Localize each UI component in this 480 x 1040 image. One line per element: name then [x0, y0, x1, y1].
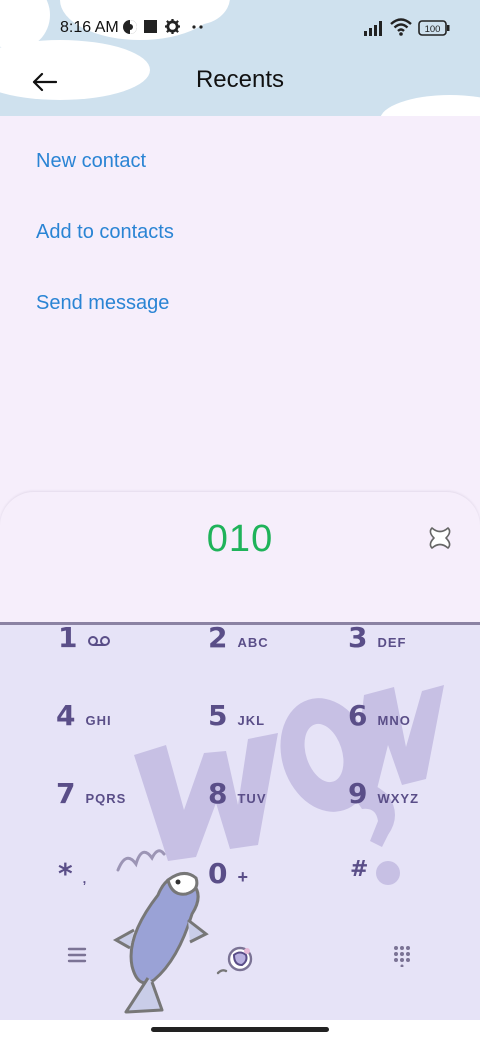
key-letters: ,: [82, 871, 88, 886]
call-button[interactable]: [212, 939, 260, 979]
dialed-number: 010: [206, 518, 274, 560]
more-dots-icon: [192, 20, 204, 38]
key-hash[interactable]: #: [350, 857, 368, 882]
key-star[interactable]: * ,: [58, 857, 87, 890]
actions-list: New contact Add to contacts Send message: [0, 116, 480, 496]
cloud-decoration: [380, 95, 480, 116]
key-4[interactable]: 4 GHI: [56, 699, 112, 732]
dialpad-icon: [394, 946, 410, 968]
fish-mascot-decoration: [112, 849, 209, 1014]
key-letters: TUV: [237, 791, 267, 806]
stop-icon: [144, 19, 158, 38]
dialpad-toggle-button[interactable]: [392, 945, 414, 969]
battery-icon: 100: [418, 20, 450, 41]
call-icon: [216, 946, 253, 975]
key-2[interactable]: 2 ABC: [208, 625, 269, 654]
key-digit: 9: [348, 777, 368, 810]
voicemail-icon: [88, 636, 111, 646]
status-time: 8:16 AM: [60, 19, 119, 36]
menu-button[interactable]: [66, 945, 90, 969]
new-contact-action[interactable]: New contact: [36, 150, 146, 173]
battery-level: 100: [425, 24, 441, 35]
menu-icon: [67, 947, 87, 963]
add-to-contacts-action[interactable]: Add to contacts: [36, 221, 174, 244]
home-gesture-handle[interactable]: [151, 1027, 329, 1032]
key-digit: 7: [56, 777, 76, 810]
key-digit: 5: [208, 699, 228, 732]
key-letters: JKL: [237, 713, 266, 728]
key-letters: WXYZ: [377, 791, 420, 806]
keypad: 1 2 ABC 3 DEF 4 GHI 5 JKL 6 MNO 7 PQRS 8…: [0, 625, 480, 1020]
clear-icon: [429, 527, 451, 549]
key-9[interactable]: 9 WXYZ: [348, 777, 419, 810]
key-digit: 8: [208, 777, 228, 810]
key-digit: 3: [348, 625, 368, 654]
key-letters: MNO: [377, 713, 411, 728]
key-letters: ABC: [237, 635, 269, 650]
key-letters: PQRS: [85, 791, 127, 806]
data-saver-icon: [122, 19, 138, 40]
key-digit: 4: [56, 699, 76, 732]
key-letters: DEF: [377, 635, 407, 650]
settings-icon: [165, 19, 180, 39]
key-digit: 6: [348, 699, 368, 732]
key-letters: +: [237, 867, 249, 887]
status-bar: 8:16 AM 100: [0, 0, 480, 54]
dial-sheet: 010: [0, 492, 480, 624]
key-6[interactable]: 6 MNO: [348, 699, 411, 732]
key-5[interactable]: 5 JKL: [208, 699, 265, 732]
key-8[interactable]: 8 TUV: [208, 777, 266, 810]
key-digit: 2: [208, 625, 228, 654]
key-3[interactable]: 3 DEF: [348, 625, 406, 654]
key-7[interactable]: 7 PQRS: [56, 777, 126, 810]
header: 8:16 AM 100 Recents: [0, 0, 480, 116]
key-letters: GHI: [85, 713, 112, 728]
send-message-action[interactable]: Send message: [36, 292, 169, 315]
wifi-icon: [390, 18, 412, 41]
key-digit: 1: [58, 625, 78, 654]
key-digit: *: [58, 857, 73, 890]
page-title: Recents: [195, 66, 285, 93]
clear-button[interactable]: [426, 524, 454, 552]
key-1[interactable]: 1: [58, 625, 111, 654]
signal-icon: [364, 20, 386, 41]
key-digit: #: [350, 857, 369, 882]
